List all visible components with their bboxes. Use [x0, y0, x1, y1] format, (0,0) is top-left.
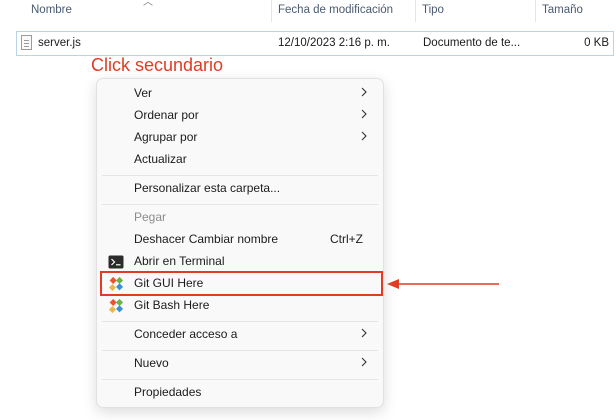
menu-item-label: Nuevo — [134, 356, 169, 370]
column-divider[interactable] — [271, 0, 272, 22]
menu-item-label: Deshacer Cambiar nombre — [134, 232, 279, 246]
menu-item-label: Pegar — [134, 210, 167, 224]
context-menu: Ver Ordenar por Agrupar por Actualizar P… — [96, 78, 384, 408]
git-icon — [108, 298, 124, 314]
file-size: 0 KB — [584, 37, 609, 49]
menu-item-propiedades[interactable]: Propiedades — [97, 382, 383, 404]
menu-item-abrir-terminal[interactable]: Abrir en Terminal — [97, 251, 383, 273]
file-modified: 12/10/2023 2:16 p. m. — [278, 37, 390, 49]
menu-item-label: Agrupar por — [134, 130, 198, 144]
menu-item-ordenar-por[interactable]: Ordenar por — [97, 105, 383, 127]
menu-item-label: Abrir en Terminal — [134, 254, 225, 268]
file-row[interactable]: server.js 12/10/2023 2:16 p. m. Document… — [16, 31, 614, 56]
menu-separator — [102, 204, 378, 205]
column-divider[interactable] — [535, 0, 536, 22]
column-type-header[interactable]: Tipo — [422, 4, 444, 16]
text-file-icon — [21, 35, 32, 50]
chevron-right-icon — [361, 131, 367, 141]
shortcut-label: Ctrl+Z — [330, 232, 363, 246]
menu-item-label: Git Bash Here — [134, 298, 210, 312]
column-header: ︿ Nombre Fecha de modificación Tipo Tama… — [0, 0, 616, 24]
annotation-arrow — [387, 279, 499, 289]
menu-item-agrupar-por[interactable]: Agrupar por — [97, 127, 383, 149]
column-divider[interactable] — [415, 0, 416, 22]
sort-chevron-icon: ︿ — [143, 0, 153, 8]
chevron-right-icon — [361, 328, 367, 338]
menu-separator — [102, 350, 378, 351]
menu-item-conceder-acceso[interactable]: Conceder acceso a — [97, 324, 383, 346]
menu-item-label: Propiedades — [134, 385, 202, 399]
chevron-right-icon — [361, 357, 367, 367]
menu-item-actualizar[interactable]: Actualizar — [97, 149, 383, 171]
menu-item-nuevo[interactable]: Nuevo — [97, 353, 383, 375]
annotation-title: Click secundario — [91, 55, 224, 75]
column-size-header[interactable]: Tamaño — [542, 4, 583, 16]
file-name: server.js — [38, 37, 81, 49]
terminal-icon — [108, 255, 124, 269]
menu-item-label: Ordenar por — [134, 108, 199, 122]
menu-item-label: Ver — [134, 86, 153, 100]
menu-item-label: Conceder acceso a — [134, 327, 238, 341]
menu-item-label: Actualizar — [134, 152, 187, 166]
menu-separator — [102, 379, 378, 380]
column-name-header[interactable]: Nombre — [31, 4, 72, 16]
column-modified-header[interactable]: Fecha de modificación — [278, 4, 393, 16]
menu-item-personalizar[interactable]: Personalizar esta carpeta... — [97, 178, 383, 200]
menu-item-deshacer[interactable]: Deshacer Cambiar nombre Ctrl+Z — [97, 229, 383, 251]
chevron-right-icon — [361, 87, 367, 97]
chevron-right-icon — [361, 109, 367, 119]
menu-item-label: Personalizar esta carpeta... — [134, 181, 281, 195]
menu-item-pegar[interactable]: Pegar — [97, 207, 383, 229]
annotation-highlight-box — [100, 271, 383, 296]
menu-separator — [102, 321, 378, 322]
menu-item-ver[interactable]: Ver — [97, 83, 383, 105]
menu-separator — [102, 175, 378, 176]
file-type: Documento de te... — [423, 37, 521, 49]
menu-item-git-bash-here[interactable]: Git Bash Here — [97, 295, 383, 317]
